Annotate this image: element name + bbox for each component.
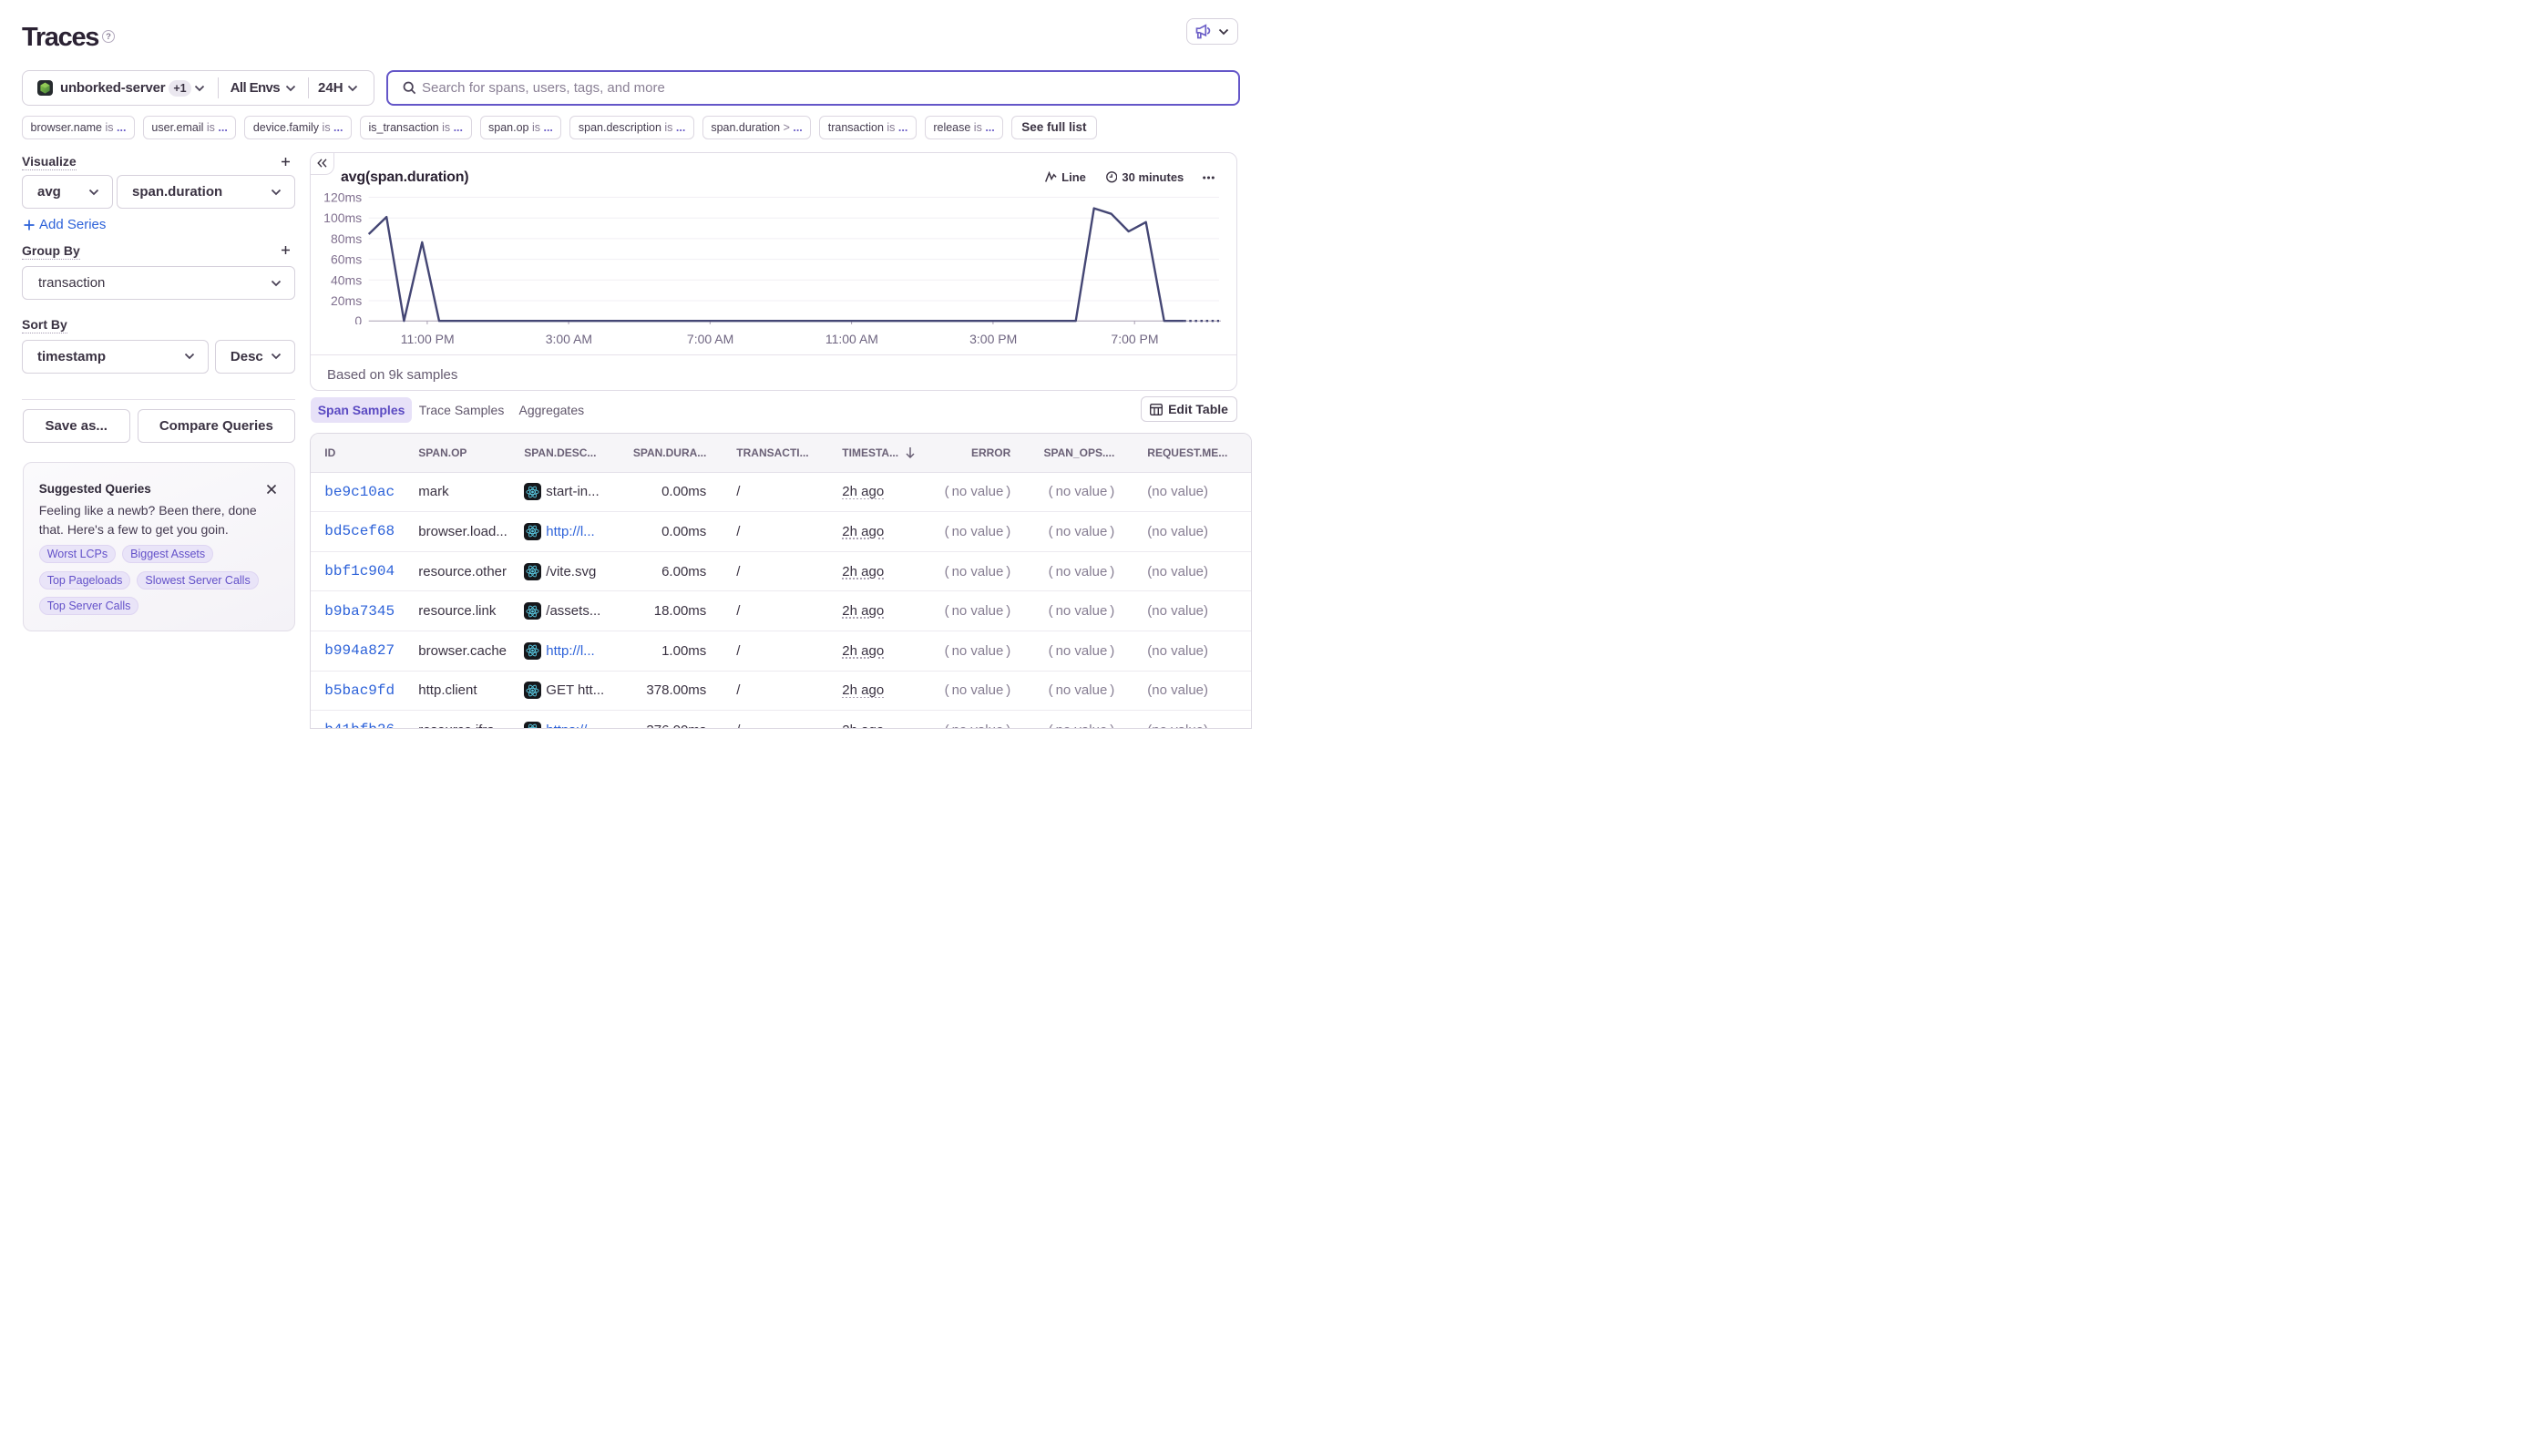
svg-text:100ms: 100ms: [323, 210, 362, 225]
svg-text:20ms: 20ms: [331, 293, 362, 308]
svg-text:80ms: 80ms: [331, 231, 362, 246]
svg-text:120ms: 120ms: [323, 190, 362, 205]
svg-text:0: 0: [355, 313, 363, 324]
svg-text:40ms: 40ms: [331, 272, 362, 287]
svg-text:60ms: 60ms: [331, 252, 362, 267]
